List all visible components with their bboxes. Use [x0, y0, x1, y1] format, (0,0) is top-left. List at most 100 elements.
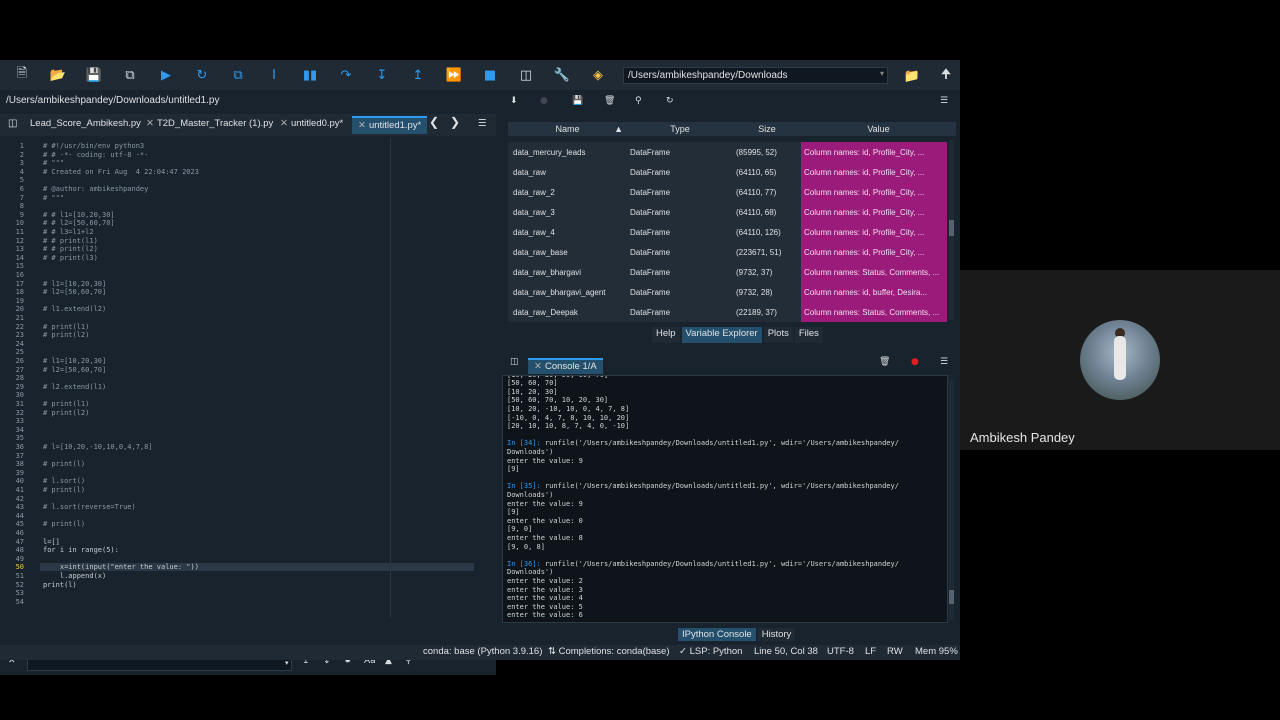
column-header-name[interactable]: Name ▲: [508, 124, 627, 134]
line-number: 43: [15, 503, 24, 512]
run-cell-icon[interactable]: ↻: [188, 61, 216, 89]
close-icon[interactable]: ✕: [280, 118, 288, 129]
tab-console-1a[interactable]: ✕ Console 1/A: [528, 358, 603, 374]
status-cursor-position: Line 50, Col 38: [754, 646, 818, 657]
console-scrollbar[interactable]: [949, 380, 954, 620]
stop-icon[interactable]: ■: [476, 61, 504, 89]
step-into-icon[interactable]: ↧: [368, 61, 396, 89]
console-text: enter the value: 4: [507, 594, 583, 603]
participant-tile[interactable]: Ambikesh Pandey: [960, 270, 1280, 450]
search-icon[interactable]: ⚲: [635, 96, 642, 106]
table-row[interactable]: data_raw DataFrame (64110, 65) Column names…: [508, 162, 956, 182]
run-cell-advance-icon[interactable]: ⧉: [224, 61, 252, 89]
status-lsp[interactable]: ✓ LSP: Python: [679, 646, 742, 657]
variable-table-scrollbar[interactable]: [949, 140, 954, 320]
console-text: enter the value: 3: [507, 585, 583, 594]
table-row[interactable]: data_raw_bhargavi DataFrame (9732, 37) Colu…: [508, 262, 956, 282]
interrupt-kernel-icon[interactable]: ●: [911, 357, 919, 367]
variable-size: (64110, 77): [733, 182, 801, 202]
line-number: 17: [15, 279, 24, 288]
close-icon[interactable]: ✕: [534, 361, 542, 372]
debug-icon[interactable]: ▮▮: [296, 61, 324, 89]
tab-plots[interactable]: Plots: [763, 327, 793, 343]
python-path-icon[interactable]: ◈: [584, 61, 612, 89]
save-icon[interactable]: 💾: [80, 61, 108, 89]
variable-name: data_raw_4: [508, 222, 627, 242]
close-icon[interactable]: ✕: [358, 120, 366, 131]
browse-tabs-icon[interactable]: ◫: [510, 357, 519, 367]
line-number: 8: [19, 202, 24, 211]
tab-ipython-console[interactable]: IPython Console: [678, 628, 756, 641]
chevron-down-icon[interactable]: ▾: [285, 659, 289, 667]
close-icon[interactable]: ✕: [146, 118, 154, 129]
variable-explorer-toolbar: ⬇ ● 💾 🗑 ⚲ ↻ ☰: [500, 94, 960, 114]
column-header-type[interactable]: Type: [627, 124, 733, 134]
table-row[interactable]: data_raw_Deepak DataFrame (22189, 37) Colum…: [508, 302, 956, 322]
working-directory-combo[interactable]: /Users/ambikeshpandey/Downloads ▾: [623, 67, 888, 84]
variable-name: data_raw_Deepak: [508, 302, 627, 322]
preferences-icon[interactable]: 🔧: [548, 61, 576, 89]
maximize-pane-icon[interactable]: ◫: [512, 61, 540, 89]
check-icon: ✓: [679, 646, 687, 657]
code-line: # l.sort(reverse=True): [43, 503, 136, 512]
run-selection-icon[interactable]: I: [260, 61, 288, 89]
new-file-icon[interactable]: 🗎: [8, 61, 36, 89]
table-row[interactable]: data_raw_2 DataFrame (64110, 77) Column nam…: [508, 182, 956, 202]
line-number: 39: [15, 468, 24, 477]
variable-value: Column names: Status, Comments, ...: [801, 262, 947, 282]
run-icon[interactable]: ▶: [152, 61, 180, 89]
participant-avatar: [1080, 320, 1160, 400]
browse-folder-icon[interactable]: 📁: [898, 62, 926, 90]
tab-variable-explorer[interactable]: Variable Explorer: [681, 327, 762, 343]
step-icon[interactable]: ↷: [332, 61, 360, 89]
column-header-size[interactable]: Size: [733, 124, 801, 134]
step-return-icon[interactable]: ↥: [404, 61, 432, 89]
table-row[interactable]: data_raw_bhargavi_agent DataFrame (9732, 2…: [508, 282, 956, 302]
scrollbar-thumb[interactable]: [949, 220, 954, 236]
remove-all-icon[interactable]: 🗑: [604, 96, 615, 106]
browse-tabs-icon[interactable]: ◫: [8, 118, 17, 134]
open-icon[interactable]: 📂: [44, 61, 72, 89]
refresh-icon[interactable]: ↻: [666, 96, 674, 106]
table-row[interactable]: data_raw_base DataFrame (223671, 51) Column…: [508, 242, 956, 262]
tab-scroll-right-icon[interactable]: ❯: [450, 115, 460, 131]
tab-help[interactable]: Help: [652, 327, 680, 343]
line-number: 34: [15, 425, 24, 434]
console-output[interactable]: [10, 20, 30, 50, 60, 70][50, 60, 70][10,…: [502, 375, 948, 623]
parent-directory-icon[interactable]: 🠉: [932, 62, 960, 90]
status-memory: Mem 95%: [915, 646, 958, 657]
chevron-down-icon[interactable]: ▾: [880, 69, 884, 78]
console-prompt: In [36]:: [507, 559, 545, 568]
table-row[interactable]: data_raw_3 DataFrame (64110, 68) Column nam…: [508, 202, 956, 222]
tab-lead-score[interactable]: Lead_Score_Ambikesh.py: [30, 118, 141, 134]
code-editor[interactable]: 1 # #!/usr/bin/env python3 2 # # -*- coding…: [0, 138, 496, 618]
status-conda-env[interactable]: conda: base (Python 3.9.16): [423, 646, 542, 657]
column-header-value[interactable]: Value: [801, 124, 956, 134]
console-prompt: In [35]:: [507, 482, 545, 491]
scrollbar-thumb[interactable]: [949, 590, 954, 604]
tab-t2d-master-tracker[interactable]: ✕ T2D_Master_Tracker (1).py: [146, 118, 273, 134]
table-row[interactable]: data_mercury_leads DataFrame (85995, 52) Co…: [508, 142, 956, 162]
import-data-icon[interactable]: ⬇: [510, 96, 518, 106]
tab-files[interactable]: Files: [794, 327, 823, 343]
table-row[interactable]: data_raw_4 DataFrame (64110, 126) Column na…: [508, 222, 956, 242]
console-text: [50, 60, 70]: [507, 379, 558, 388]
save-as-icon[interactable]: 💾: [572, 96, 583, 106]
variable-type: DataFrame: [627, 242, 733, 262]
continue-icon[interactable]: ⏩: [440, 61, 468, 89]
code-line: # l1.extend(l2): [43, 305, 107, 314]
pane-options-icon[interactable]: ☰: [940, 96, 948, 106]
editor-options-icon[interactable]: ☰: [478, 118, 487, 134]
line-number: 12: [15, 236, 24, 245]
line-number: 45: [15, 520, 24, 529]
tab-untitled1[interactable]: ✕ untitled1.py*: [352, 116, 428, 134]
save-all-icon[interactable]: ⧉: [116, 61, 144, 89]
line-number: 49: [15, 554, 24, 563]
status-completions[interactable]: ⇅ Completions: conda(base): [548, 646, 670, 657]
tab-scroll-left-icon[interactable]: ❮: [429, 115, 439, 131]
pane-options-icon[interactable]: ☰: [940, 357, 948, 367]
tab-untitled0[interactable]: ✕ untitled0.py*: [280, 118, 343, 134]
remove-all-icon[interactable]: 🗑: [879, 357, 890, 367]
variable-name: data_raw_bhargavi: [508, 262, 627, 282]
tab-history[interactable]: History: [757, 628, 796, 641]
